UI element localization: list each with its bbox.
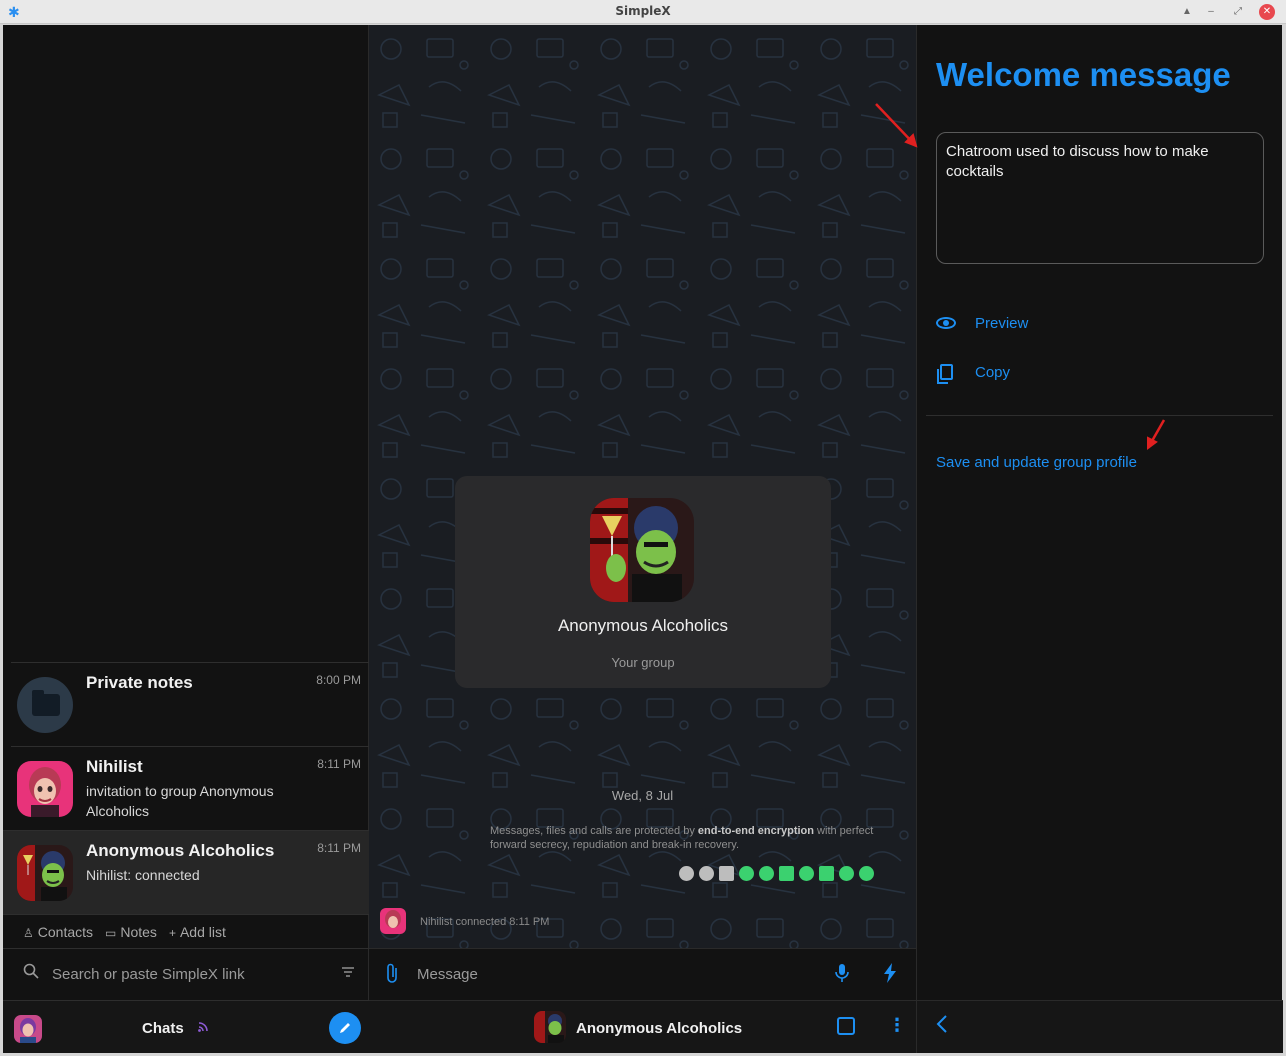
chats-label[interactable]: Chats: [142, 1020, 184, 1037]
flag-icon[interactable]: [819, 866, 834, 881]
annotation-arrow-icon: [875, 103, 918, 148]
chat-item-anonymous-alcoholics[interactable]: Anonymous Alcoholics 8:11 PM Nihilist: c…: [3, 830, 369, 914]
avatar: [17, 845, 73, 901]
chat-header-bar: Anonymous Alcoholics ⋮: [369, 1000, 916, 1053]
chat-time: 8:00 PM: [316, 673, 361, 687]
chat-name: Anonymous Alcoholics: [86, 841, 275, 860]
history-icon[interactable]: [839, 866, 854, 881]
annotation-arrow-icon: [1146, 419, 1166, 450]
full-delete-icon[interactable]: [699, 866, 714, 881]
date-separator: Wed, 8 Jul: [611, 788, 674, 803]
group-name: Anonymous Alcoholics: [557, 616, 729, 635]
plus-icon: +: [168, 925, 176, 940]
filter-contacts[interactable]: ♙ Contacts: [23, 924, 93, 940]
filter-notes[interactable]: ▭ Notes: [105, 924, 157, 940]
left-bottom-bar: Chats: [3, 1000, 369, 1053]
paperclip-icon[interactable]: [385, 962, 399, 990]
window-minimize-button[interactable]: –: [1203, 4, 1219, 20]
timer-icon[interactable]: [679, 866, 694, 881]
filter-label: Add list: [179, 923, 226, 940]
folder-icon: ▭: [105, 925, 117, 940]
chat-time: 8:11 PM: [317, 757, 361, 771]
window-title: SimpleX: [615, 4, 671, 18]
group-info-card[interactable]: Anonymous Alcoholics Your group: [455, 476, 831, 688]
page-title: Welcome message: [936, 56, 1231, 93]
simplex-app: Private notes 8:00 PM Nihilist 8:11 PM i…: [3, 25, 1283, 1053]
message-input[interactable]: Message: [417, 966, 478, 983]
person-icon: ♙: [23, 925, 34, 940]
window-keep-above-button[interactable]: ▲: [1179, 4, 1195, 20]
welcome-message-panel: Welcome message Chatroom used to discuss…: [916, 25, 1283, 1053]
back-arrow-icon[interactable]: [935, 1014, 949, 1040]
chat-name: Private notes: [86, 673, 193, 692]
copy-label: Copy: [975, 363, 1011, 381]
chat-preview: invitation to group Anonymous Alcoholics: [86, 783, 274, 819]
welcome-message-textarea[interactable]: Chatroom used to discuss how to make coc…: [936, 132, 1264, 264]
search-bar[interactable]: Search or paste SimpleX link: [3, 948, 369, 1000]
no-reactions-icon[interactable]: [719, 866, 734, 881]
voice-icon[interactable]: [759, 866, 774, 881]
folder-icon: [17, 677, 73, 733]
reactions-icon[interactable]: [739, 866, 754, 881]
group-feature-icons: [679, 866, 874, 881]
avatar[interactable]: [380, 908, 406, 934]
copy-button[interactable]: Copy: [936, 360, 1010, 384]
e2e-bold-text[interactable]: end-to-end encryption: [698, 825, 814, 837]
group-avatar: [590, 498, 694, 602]
lightning-icon[interactable]: [883, 962, 897, 990]
event-text: Nihilist connected 8:11 PM: [420, 916, 550, 928]
eye-icon: [936, 317, 958, 329]
preview-button[interactable]: Preview: [936, 311, 1028, 335]
search-input[interactable]: Search or paste SimpleX link: [52, 966, 245, 983]
links-icon[interactable]: [799, 866, 814, 881]
chat-filters: ♙ Contacts ▭ Notes + Add list: [3, 914, 369, 948]
more-vertical-icon[interactable]: ⋮: [888, 1015, 906, 1036]
window-maximize-button[interactable]: ⤢: [1230, 4, 1246, 20]
e2e-text: Messages, files and calls are protected …: [490, 825, 698, 837]
right-bottom-bar: [917, 1000, 1283, 1053]
window-close-button[interactable]: ✕: [1259, 4, 1275, 20]
files-icon[interactable]: [779, 866, 794, 881]
filter-label: Contacts: [37, 923, 94, 940]
chat-preview: Nihilist: connected: [86, 867, 200, 883]
new-chat-button[interactable]: [329, 1012, 361, 1044]
microphone-icon[interactable]: [835, 963, 849, 988]
filter-add-list[interactable]: + Add list: [169, 924, 226, 940]
search-icon: [23, 963, 39, 984]
user-avatar[interactable]: [14, 1015, 42, 1043]
filter-label: Notes: [120, 923, 157, 940]
chat-title[interactable]: Anonymous Alcoholics: [576, 1020, 742, 1037]
chat-name: Nihilist: [86, 757, 143, 776]
group-avatar[interactable]: [534, 1011, 566, 1043]
chat-item-nihilist[interactable]: Nihilist 8:11 PM invitation to group Ano…: [11, 746, 369, 830]
filter-icon[interactable]: [341, 965, 355, 981]
message-composer: Message: [369, 948, 916, 1000]
gallery-icon[interactable]: [837, 1017, 855, 1035]
rss-icon: [197, 1019, 211, 1036]
window-titlebar: ✱ SimpleX ▲ – ⤢ ✕: [0, 0, 1286, 24]
copy-icon: [936, 364, 958, 384]
chat-item-private-notes[interactable]: Private notes 8:00 PM: [11, 662, 369, 746]
e2e-notice: Messages, files and calls are protected …: [490, 824, 882, 852]
chat-view: Anonymous Alcoholics Your group Wed, 8 J…: [369, 25, 916, 1053]
save-group-profile-button[interactable]: Save and update group profile: [936, 454, 1137, 471]
chat-time: 8:11 PM: [317, 841, 361, 855]
preview-label: Preview: [975, 314, 1029, 332]
divider: [926, 415, 1273, 416]
help-icon[interactable]: [859, 866, 874, 881]
group-subtitle: Your group: [611, 655, 675, 670]
chat-list-panel: Private notes 8:00 PM Nihilist 8:11 PM i…: [3, 25, 369, 1053]
avatar: [17, 761, 73, 817]
